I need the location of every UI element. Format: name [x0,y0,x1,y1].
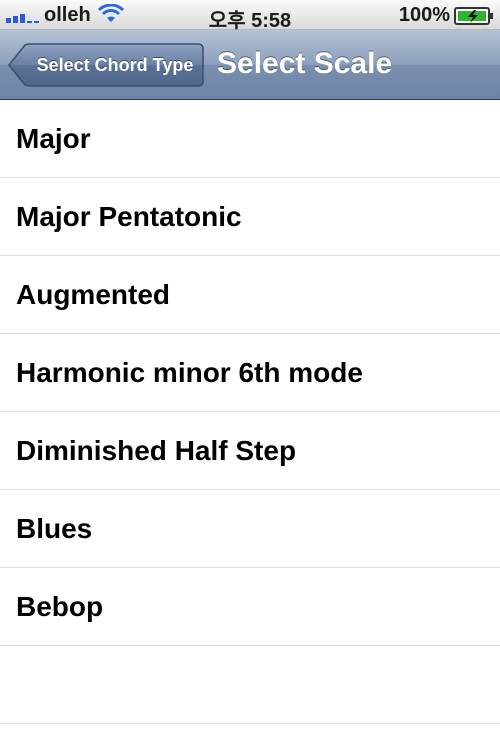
list-item-blues[interactable]: Blues [0,490,500,568]
back-button[interactable]: Select Chord Type [8,43,204,87]
battery-charging-icon [454,7,493,25]
list-item-label: Bebop [16,591,104,622]
status-bar: olleh 오후 5:58 100% [0,0,500,32]
back-button-label: Select Chord Type [36,55,194,75]
battery-percent: 100% [398,4,450,26]
list-item-major-pentatonic[interactable]: Major Pentatonic [0,178,500,256]
list-item-label: Major Pentatonic [16,201,242,232]
list-item-label: Major [16,123,91,154]
empty-row [0,646,500,724]
scale-list: Major Major Pentatonic Augmented Harmoni… [0,100,500,724]
list-item-label: Harmonic minor 6th mode [16,357,363,388]
page-title: Select Scale [217,47,393,80]
list-item-label: Diminished Half Step [16,435,297,466]
navigation-bar: Select Chord Type Select Scale [0,30,500,100]
list-item-diminished-half-step[interactable]: Diminished Half Step [0,412,500,490]
list-item-augmented[interactable]: Augmented [0,256,500,334]
list-item-bebop[interactable]: Bebop [0,568,500,646]
list-item-label: Augmented [16,279,170,310]
list-item-major[interactable]: Major [0,100,500,178]
list-item-harmonic-minor-6th-mode[interactable]: Harmonic minor 6th mode [0,334,500,412]
list-item-label: Blues [16,513,93,544]
